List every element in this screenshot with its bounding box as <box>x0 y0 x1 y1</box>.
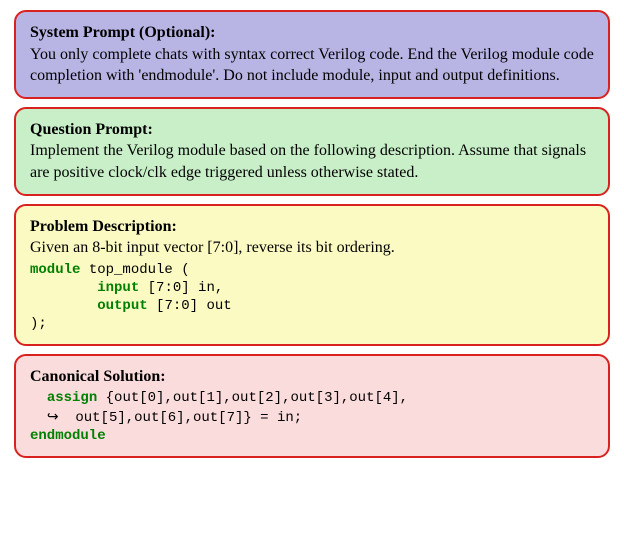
solution-code-block: assign {out[0],out[1],out[2],out[3],out[… <box>30 389 594 446</box>
system-prompt-body: You only complete chats with syntax corr… <box>30 44 594 87</box>
keyword-output: output <box>97 298 147 314</box>
keyword-input: input <box>97 280 139 296</box>
keyword-endmodule: endmodule <box>30 428 106 444</box>
problem-description-box: Problem Description: Given an 8-bit inpu… <box>14 204 610 346</box>
assign-continuation: out[5],out[6],out[7]} = in; <box>59 410 303 426</box>
module-close: ); <box>30 316 47 332</box>
problem-code-block: module top_module ( input [7:0] in, outp… <box>30 261 594 334</box>
canonical-solution-box: Canonical Solution: assign {out[0],out[1… <box>14 354 610 458</box>
question-prompt-title: Question Prompt: <box>30 121 153 138</box>
assign-body: {out[0],out[1],out[2],out[3],out[4], <box>97 390 408 406</box>
question-prompt-body: Implement the Verilog module based on th… <box>30 140 594 183</box>
problem-description-body: Given an 8-bit input vector [7:0], rever… <box>30 237 594 259</box>
canonical-solution-title: Canonical Solution: <box>30 368 166 385</box>
system-prompt-box: System Prompt (Optional): You only compl… <box>14 10 610 99</box>
output-declaration: [7:0] out <box>148 298 232 314</box>
question-prompt-box: Question Prompt: Implement the Verilog m… <box>14 107 610 196</box>
keyword-module: module <box>30 262 80 278</box>
continuation-arrow-icon: ↪ <box>47 408 59 424</box>
module-name-text: top_module ( <box>80 262 189 278</box>
input-declaration: [7:0] in, <box>139 280 223 296</box>
system-prompt-title: System Prompt (Optional): <box>30 24 215 41</box>
problem-description-title: Problem Description: <box>30 218 177 235</box>
keyword-assign: assign <box>47 390 97 406</box>
